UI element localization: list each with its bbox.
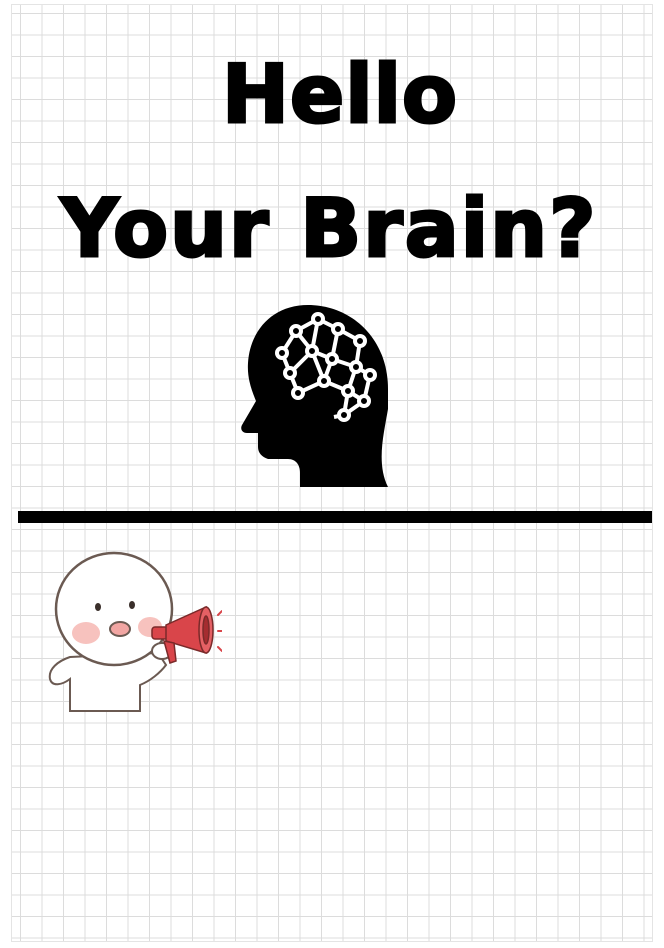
megaphone-mascot-icon <box>48 551 222 712</box>
mascot-eye-right <box>129 601 135 609</box>
mascot-mouth <box>109 621 131 637</box>
mascot-eye-left <box>95 603 101 611</box>
sound-lines <box>217 610 222 652</box>
section-divider <box>18 511 652 523</box>
grid-page: Hello Your Brain? <box>11 4 653 942</box>
title-hello: Hello <box>220 47 458 143</box>
title-your-brain: Your Brain? <box>59 181 598 277</box>
brain-head-icon <box>241 305 388 487</box>
mascot-cheek-left <box>72 622 100 644</box>
